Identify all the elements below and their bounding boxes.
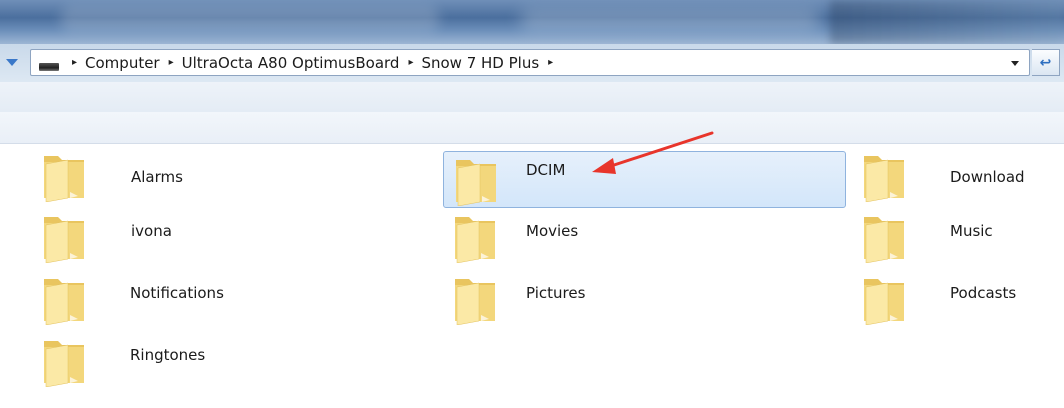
folder-icon — [864, 156, 904, 202]
folder-item-pictures[interactable]: Pictures — [451, 275, 851, 333]
folder-icon — [44, 156, 84, 202]
folder-icon — [864, 279, 904, 325]
folder-item-ivona[interactable]: ivona — [40, 213, 440, 271]
folder-icon — [456, 160, 496, 206]
folder-item-music[interactable]: Music — [860, 213, 1060, 271]
refresh-icon: ↩ — [1039, 54, 1052, 71]
breadcrumb: ▸ Computer ▸ UltraOcta A80 OptimusBoard … — [63, 54, 561, 72]
folder-item-download[interactable]: Download — [860, 152, 1060, 210]
breadcrumb-separator-icon[interactable]: ▸ — [548, 57, 553, 68]
title-bar-glass — [520, 10, 820, 30]
breadcrumb-separator-icon[interactable]: ▸ — [72, 57, 77, 68]
folder-label: Notifications — [130, 284, 224, 302]
folder-icon — [455, 279, 495, 325]
folder-icon — [455, 217, 495, 263]
breadcrumb-separator-icon[interactable]: ▸ — [169, 57, 174, 68]
address-dropdown-icon[interactable] — [1011, 61, 1019, 66]
column-header-bar — [0, 112, 1064, 144]
title-bar-glass — [830, 0, 1064, 44]
toolbar — [0, 82, 1064, 112]
folder-icon — [44, 279, 84, 325]
folder-item-movies[interactable]: Movies — [451, 213, 851, 271]
folder-label: Ringtones — [130, 346, 206, 364]
recent-pages-chevron-icon[interactable] — [6, 59, 18, 66]
breadcrumb-item-storage[interactable]: Snow 7 HD Plus — [421, 54, 539, 72]
folder-label: Movies — [526, 222, 579, 240]
folder-label: Alarms — [131, 168, 183, 186]
folder-view: Alarms DCIM Download ivona Movies Music … — [0, 145, 1064, 408]
folder-item-dcim[interactable]: DCIM — [443, 151, 846, 208]
folder-icon — [44, 217, 84, 263]
breadcrumb-item-device[interactable]: UltraOcta A80 OptimusBoard — [182, 54, 400, 72]
folder-label: Download — [950, 168, 1025, 186]
breadcrumb-separator-icon[interactable]: ▸ — [408, 57, 413, 68]
refresh-button[interactable]: ↩ — [1032, 49, 1060, 76]
folder-label: Pictures — [526, 284, 586, 302]
address-bar[interactable]: ▸ Computer ▸ UltraOcta A80 OptimusBoard … — [30, 49, 1030, 76]
title-bar-glass — [60, 6, 440, 32]
folder-label: Podcasts — [950, 284, 1017, 302]
window-title-bar — [0, 0, 1064, 44]
folder-item-podcasts[interactable]: Podcasts — [860, 275, 1060, 333]
address-row: ▸ Computer ▸ UltraOcta A80 OptimusBoard … — [0, 44, 1064, 82]
folder-item-alarms[interactable]: Alarms — [40, 152, 440, 210]
folder-label: DCIM — [526, 161, 566, 179]
folder-item-ringtones[interactable]: Ringtones — [40, 337, 440, 395]
folder-icon — [864, 217, 904, 263]
folder-label: Music — [950, 222, 993, 240]
folder-label: ivona — [131, 222, 172, 240]
breadcrumb-item-computer[interactable]: Computer — [85, 54, 160, 72]
folder-icon — [44, 341, 84, 387]
drive-icon — [39, 62, 59, 71]
folder-item-notifications[interactable]: Notifications — [40, 275, 440, 333]
